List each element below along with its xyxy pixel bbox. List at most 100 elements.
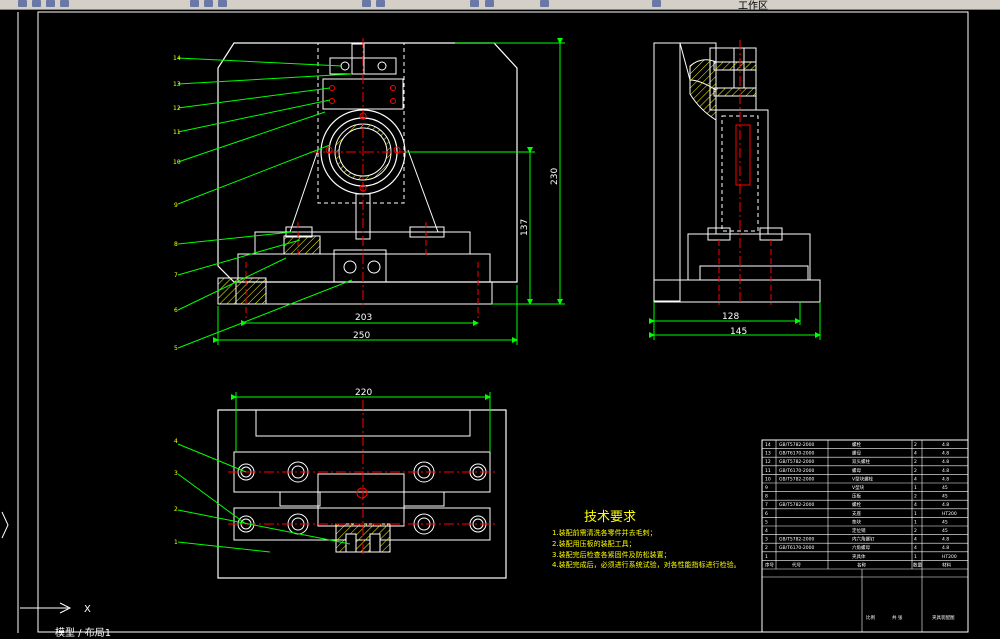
bom-row-qty: 1 [914,519,917,525]
balloon-5: 5 [174,345,178,352]
balloon-1: 1 [174,539,178,546]
bom-row-material: 4.8 [942,476,949,482]
bom-row-material: 4.8 [942,442,949,448]
dim-145: 145 [730,327,747,337]
bom-row-name: 螺栓 [852,501,861,508]
tech-note-1: 1.装配前需清洗各零件并去毛刺； [552,528,657,537]
balloon-7: 7 [174,272,178,279]
balloon-6: 6 [174,307,178,314]
bom-row-no: 14 [765,442,771,448]
bom-header-cell: 材料 [942,561,951,568]
bom-row-code: GB/T5782-2000 [779,459,815,465]
bom-row-material: 4.8 [942,451,949,457]
bom-row-name: 螺母 [852,450,861,457]
tech-note-4: 4.装配完成后，必须进行系统试验，对各性能指标进行检验。 [552,560,741,569]
bom-row-name: V型块 [852,484,865,491]
dim-137: 137 [520,219,530,236]
dim-220: 220 [355,388,372,398]
bom-row-no: 5 [765,519,768,525]
bom-row-name: 双头螺柱 [852,458,870,465]
bom-row-no: 3 [765,537,768,543]
bom-row-name: 螺栓 [852,441,861,448]
layout-tabs[interactable]: 模型 / 布局1 [55,624,111,639]
front-base-plate [235,281,493,305]
bom-row-no: 11 [765,468,771,474]
cad-window: 工作区 203 250 230 137 14 13 12 11 10 9 8 7… [0,0,1000,639]
scale-label: 比例 [866,614,875,621]
bom-row-code: GB/T6170-2000 [779,451,815,457]
bom-row-no: 1 [765,554,768,560]
bom-row-name: 六角螺母 [852,544,870,551]
bom-row-qty: 4 [914,502,917,508]
bom-row-code: GB/T5782-2000 [779,476,815,482]
bom-table: 14 GB/T5782-2000 螺栓 2 4.813 GB/T6170-2000 螺母 4 4… [761,439,969,633]
bom-row-name: 支座 [852,510,861,517]
bom-row-no: 6 [765,511,768,517]
svg-text:X: X [84,604,91,615]
bom-row-name: 定位销 [852,527,866,534]
bom-row-material: 45 [942,519,948,525]
balloon-4: 4 [174,438,178,445]
bom-row-name: 垫块 [852,518,861,525]
bom-row-material: 4.8 [942,545,949,551]
bom-row-code: GB/T5782-2000 [779,442,815,448]
bom-row-code: GB/T6170-2000 [779,545,815,551]
bom-row-qty: 2 [914,468,917,474]
drawing-canvas[interactable]: 203 250 230 137 14 13 12 11 10 9 8 7 6 5… [0,0,1000,633]
bom-row-no: 4 [765,528,768,534]
bom-row-qty: 2 [914,442,917,448]
bom-row-material: 4.8 [942,537,949,543]
side-view: 128 145 [649,40,821,340]
bom-header-cell: 数量 [913,561,922,568]
bom-row-material: 45 [942,485,948,491]
bom-row-qty: 1 [914,485,917,491]
dim-250: 250 [353,331,370,341]
bom-row-qty: 2 [914,528,917,534]
bom-row-no: 2 [765,545,768,551]
bom-row-no: 7 [765,502,768,508]
bom-row-name: 螺母 [852,467,861,474]
dim-230: 230 [550,168,560,185]
tech-notes: 技术要求 1.装配前需清洗各零件并去毛刺； 2.装配用压板的装配工具； 3.装配… [552,510,741,569]
bom-row-material: 4.8 [942,459,949,465]
tech-note-2: 2.装配用压板的装配工具； [552,539,636,548]
bom-row-code: GB/T6170-2000 [779,468,815,474]
bom-row-no: 8 [765,494,768,500]
sheet-label: 共 张 [892,614,903,621]
bom-row-qty: 4 [914,545,917,551]
bom-row-qty: 4 [914,476,917,482]
dim-128: 128 [722,312,739,322]
balloon-2: 2 [174,506,178,513]
bom-row-qty: 2 [914,494,917,500]
bom-row-material: 4.8 [942,502,949,508]
balloon-3: 3 [174,470,178,477]
balloon-9: 9 [174,202,178,209]
bom-row-material: 45 [942,528,948,534]
bom-row-code: GB/T5782-2000 [779,502,815,508]
balloon-8: 8 [174,241,178,248]
bom-row-material: 45 [942,494,948,500]
drawing-title: 夹具装配图 [932,614,955,621]
bom-row-material: HT200 [942,554,957,560]
front-view: 203 250 230 137 14 13 12 11 10 9 8 7 6 5 [173,38,565,352]
bom-header-cell: 名称 [857,561,866,568]
bom-row-name: 内六角螺钉 [852,536,875,543]
bom-row-qty: 4 [914,451,917,457]
bom-row-qty: 2 [914,459,917,465]
balloon-11: 11 [173,129,181,136]
bom-row-material: 4.8 [942,468,949,474]
balloon-10: 10 [173,159,181,166]
balloon-13: 13 [173,81,181,88]
bom-header-cell: 序号 [765,561,774,568]
bom-row-name: 夹具体 [852,553,866,560]
bom-row-qty: 4 [914,537,917,543]
ucs-icon: X [1,511,91,615]
bom-row-name: V型块螺栓 [852,475,874,482]
dim-203: 203 [355,313,372,323]
tech-title: 技术要求 [584,510,636,525]
top-view: 220 4 3 2 1 [174,388,507,579]
bom-row-qty: 1 [914,554,917,560]
bom-row-material: HT200 [942,511,957,517]
bom-row-name: 压板 [852,493,861,500]
tech-note-3: 3.装配完后检查各紧固件及防松装置； [552,550,671,559]
